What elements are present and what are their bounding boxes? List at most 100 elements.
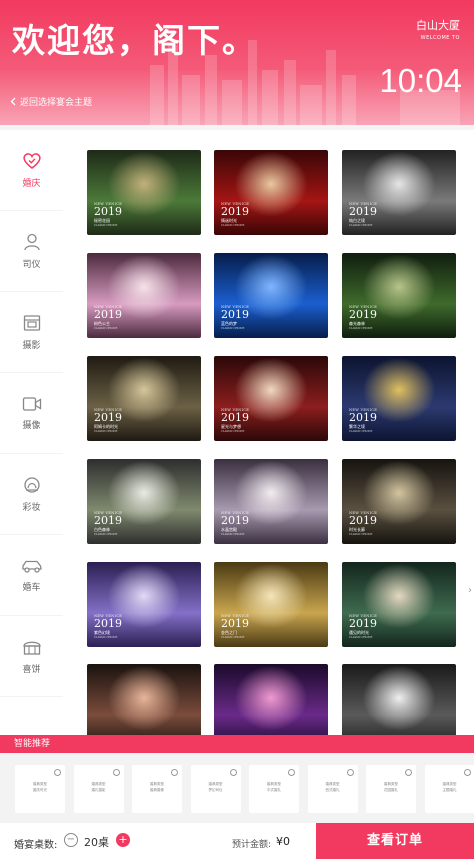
theme-caption-sub: CLASSIC CHOICE <box>221 533 245 536</box>
recommend-card[interactable]: 婚典类型 婚庆时光 <box>15 765 65 813</box>
theme-caption: NEW VENICE 2019 紫色幻境 CLASSIC CHOICE <box>94 614 122 639</box>
recommend-card-text: 婚典类型 婚典摄像 <box>132 781 182 793</box>
sidebar-item-host[interactable]: 司仪 <box>0 211 63 292</box>
theme-tile[interactable] <box>87 664 201 735</box>
recommend-card-line2: 花园婚礼 <box>384 788 398 792</box>
recommend-card-text: 婚典类型 婚礼摄影 <box>74 781 124 793</box>
photo-icon <box>23 314 40 331</box>
recommend-card-line2: 婚典摄像 <box>150 788 164 792</box>
chevron-right-icon: › <box>468 585 472 596</box>
theme-caption-en: NEW VENICE <box>349 305 378 309</box>
check-circle-icon[interactable] <box>171 769 178 776</box>
theme-caption: NEW VENICE 2019 情迷时光 CLASSIC CHOICE <box>221 202 249 227</box>
theme-caption-sub: CLASSIC CHOICE <box>221 636 245 639</box>
theme-caption: NEW VENICE 2019 蓝色的梦 CLASSIC CHOICE <box>221 305 249 330</box>
theme-caption-sub: CLASSIC CHOICE <box>221 224 245 227</box>
theme-year: 2019 <box>349 205 377 218</box>
recommend-card[interactable]: 婚典类型 梦幻司仪 <box>190 765 241 813</box>
check-circle-icon[interactable] <box>463 769 471 776</box>
clock-time: 10:04 <box>379 62 462 99</box>
recommend-title: 智能推荐 <box>0 735 474 753</box>
theme-caption-en: NEW VENICE <box>94 614 123 618</box>
theme-caption-sub: CLASSIC CHOICE <box>349 430 373 433</box>
theme-caption: NEW VENICE 2019 纯白之境 CLASSIC CHOICE <box>349 202 377 227</box>
theme-caption: NEW VENICE 2019 时光长廊 CLASSIC CHOICE <box>349 511 377 536</box>
check-circle-icon[interactable] <box>288 769 295 776</box>
recommend-card-text: 婚典类型 西式婚礼 <box>308 781 358 793</box>
decrease-tables-button[interactable]: − <box>64 833 78 847</box>
recommend-card-text: 婚典类型 花园婚礼 <box>366 781 416 793</box>
theme-caption-sub: CLASSIC CHOICE <box>349 224 373 227</box>
sidebar-item-label: 摄影 <box>22 340 41 351</box>
sidebar-item-makeup[interactable]: 彩妆 <box>0 454 63 535</box>
video-icon <box>22 396 41 411</box>
recommend-card-line2: 梦幻司仪 <box>208 788 223 792</box>
theme-tile[interactable]: NEW VENICE 2019 繁华之境 CLASSIC CHOICE <box>342 356 456 441</box>
theme-tile[interactable]: NEW VENICE 2019 粉色公主 CLASSIC CHOICE <box>87 253 201 338</box>
theme-caption-sub: CLASSIC CHOICE <box>349 636 373 639</box>
theme-caption: NEW VENICE 2019 星光与梦想 CLASSIC CHOICE <box>221 408 249 433</box>
sidebar-item-car[interactable]: 婚车 <box>0 535 63 616</box>
theme-caption-en: NEW VENICE <box>221 408 250 412</box>
makeup-icon <box>23 476 40 493</box>
theme-caption: NEW VENICE 2019 繁华之境 CLASSIC CHOICE <box>349 408 377 433</box>
theme-tile[interactable]: NEW VENICE 2019 森光森林 CLASSIC CHOICE <box>342 253 456 338</box>
theme-grid: › NEW VENICE 2019 秘密花园 CLASSIC CHOICE NEW VE… <box>63 130 474 735</box>
recommend-card[interactable]: 婚典类型 婚礼摄影 <box>73 765 124 813</box>
theme-tile[interactable]: NEW VENICE 2019 金色之门 CLASSIC CHOICE <box>214 562 328 647</box>
check-circle-icon[interactable] <box>112 769 120 776</box>
sidebar-item-cake[interactable]: 喜饼 <box>0 616 63 697</box>
check-circle-icon[interactable] <box>405 769 412 776</box>
theme-caption-sub: CLASSIC CHOICE <box>94 533 118 536</box>
back-label: 返回选择宴会主题 <box>20 98 93 108</box>
theme-caption-sub: CLASSIC CHOICE <box>349 327 373 330</box>
theme-year: 2019 <box>349 411 377 424</box>
theme-tile[interactable]: NEW VENICE 2019 纯白之境 CLASSIC CHOICE <box>342 150 456 235</box>
recommend-card[interactable]: 婚典类型 中式婚礼 <box>249 765 299 813</box>
theme-tile[interactable]: NEW VENICE 2019 情迷时光 CLASSIC CHOICE <box>214 150 328 235</box>
theme-tile[interactable]: NEW VENICE 2019 紫色幻境 CLASSIC CHOICE <box>87 562 201 647</box>
theme-tile[interactable]: NEW VENICE 2019 秘密花园 CLASSIC CHOICE <box>87 150 201 235</box>
hotel-name: 白山大厦 <box>416 19 460 32</box>
tables-count: 20桌 <box>84 836 109 849</box>
theme-tile[interactable]: NEW VENICE 2019 时光长廊 CLASSIC CHOICE <box>342 459 456 544</box>
theme-tile[interactable]: NEW VENICE 2019 蓝色的梦 CLASSIC CHOICE <box>214 253 328 338</box>
theme-caption-en: NEW VENICE <box>221 614 250 618</box>
recommend-card-line2: 婚礼摄影 <box>91 788 106 792</box>
recommend-card[interactable]: 婚典类型 主题婚礼 <box>424 765 474 813</box>
back-to-themes-link[interactable]: 返回选择宴会主题 <box>10 95 92 108</box>
theme-tile[interactable]: NEW VENICE 2019 星光与梦想 CLASSIC CHOICE <box>214 356 328 441</box>
theme-tile[interactable]: NEW VENICE 2019 白色森林 CLASSIC CHOICE <box>87 459 201 544</box>
sidebar-item-label: 喜饼 <box>22 664 41 675</box>
theme-tile[interactable]: NEW VENICE 2019 阿姆卡的时光 CLASSIC CHOICE <box>87 356 201 441</box>
sidebar-item-label: 摄像 <box>22 420 41 431</box>
price-value: ¥0 <box>276 835 290 848</box>
theme-caption: NEW VENICE 2019 金色之门 CLASSIC CHOICE <box>221 614 249 639</box>
person-icon <box>23 233 40 250</box>
theme-tile[interactable] <box>342 664 456 735</box>
check-circle-icon[interactable] <box>54 769 61 776</box>
theme-caption: NEW VENICE 2019 白色森林 CLASSIC CHOICE <box>94 511 122 536</box>
theme-caption-sub: CLASSIC CHOICE <box>94 636 118 639</box>
theme-caption: NEW VENICE 2019 水晶宫殿 CLASSIC CHOICE <box>221 511 249 536</box>
sidebar-item-video[interactable]: 摄像 <box>0 373 63 454</box>
sidebar-item-photography[interactable]: 摄影 <box>0 292 63 373</box>
check-circle-icon[interactable] <box>229 769 237 776</box>
theme-caption-en: NEW VENICE <box>94 202 123 206</box>
check-circle-icon[interactable] <box>346 769 354 776</box>
sidebar-item-label: 婚庆 <box>22 178 41 189</box>
theme-year: 2019 <box>94 308 122 321</box>
screen: 欢迎您，阁下。 白山大厦 WELCOME TO 10:04 返回选择宴会主题 婚… <box>0 0 474 859</box>
theme-year: 2019 <box>349 514 377 527</box>
theme-year: 2019 <box>94 514 122 527</box>
recommend-card[interactable]: 婚典类型 花园婚礼 <box>366 765 416 813</box>
theme-tile[interactable]: NEW VENICE 2019 水晶宫殿 CLASSIC CHOICE <box>214 459 328 544</box>
theme-caption-en: NEW VENICE <box>349 408 378 412</box>
theme-tile[interactable]: NEW VENICE 2019 遇见的时光 CLASSIC CHOICE <box>342 562 456 647</box>
recommend-card[interactable]: 婚典类型 西式婚礼 <box>307 765 358 813</box>
sidebar-item-wedding[interactable]: 婚庆 <box>0 130 63 211</box>
recommend-card[interactable]: 婚典类型 婚典摄像 <box>132 765 182 813</box>
view-order-button[interactable]: 查看订单 <box>316 823 474 859</box>
increase-tables-button[interactable]: + <box>116 833 130 847</box>
theme-tile[interactable] <box>214 664 328 735</box>
